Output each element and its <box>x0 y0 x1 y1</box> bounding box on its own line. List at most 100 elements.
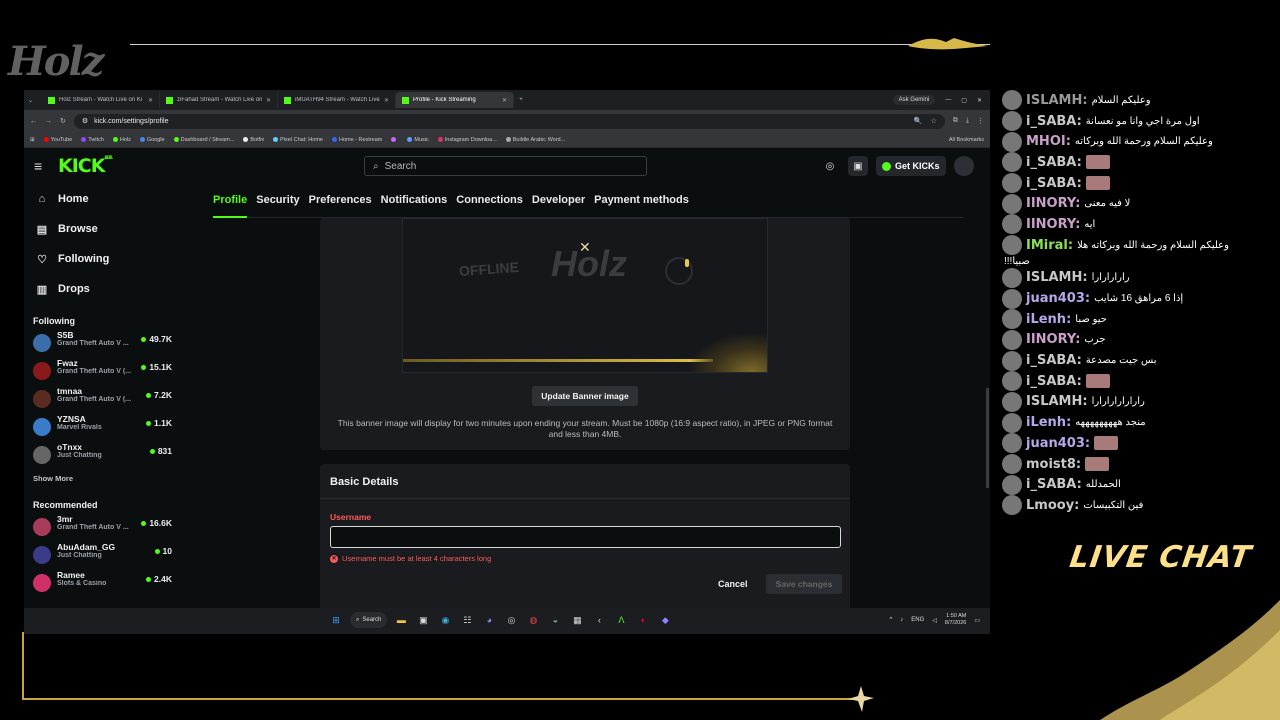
chat-message: Lmooy: فين التكبيسات <box>1002 495 1274 516</box>
url-text: kick.com/settings/profile <box>94 117 169 125</box>
obs-icon[interactable]: ◎ <box>503 612 519 628</box>
close-tab-icon[interactable]: ✕ <box>502 97 507 104</box>
get-kicks-button[interactable]: Get KICKs <box>876 156 946 176</box>
channel-row[interactable]: S5B Grand Theft Auto V ... 49.7K <box>24 330 184 358</box>
tab-search-icon[interactable]: ⌄ <box>28 97 42 104</box>
notifications-icon[interactable]: ◎ <box>820 156 840 176</box>
bookmark-item[interactable]: Pixel Chat: Home <box>273 137 323 143</box>
channel-name: Fwaz <box>57 358 78 368</box>
clock[interactable]: 1:50 AM 8/7/2026 <box>945 613 966 627</box>
taskbar-search[interactable]: ⌕ Search <box>350 612 388 628</box>
sidebar-item-home[interactable]: ⌂ Home <box>24 184 184 214</box>
update-banner-button[interactable]: Update Banner image <box>532 386 638 406</box>
close-tab-icon[interactable]: ✕ <box>384 97 389 104</box>
zoom-icon[interactable]: 🔍 <box>914 117 923 125</box>
bookmark-item[interactable]: Buildle Arabic Word... <box>505 137 565 143</box>
app-icon-2[interactable]: ▦ <box>569 612 585 628</box>
app-icon-5[interactable]: ◐ <box>635 612 651 628</box>
all-bookmarks[interactable]: All Bookmarks <box>949 137 984 143</box>
browser-tab[interactable]: Profile - Kick Streaming ✕ <box>396 92 514 108</box>
chat-message: i_SABA: الحمدلله <box>1002 474 1274 495</box>
tab-profile[interactable]: Profile <box>213 188 248 218</box>
reload-icon[interactable]: ↻ <box>60 117 66 125</box>
chrome-icon[interactable]: ◍ <box>525 612 541 628</box>
show-more-link[interactable]: Show More <box>24 474 184 488</box>
mic-icon[interactable]: ♪ <box>900 617 903 623</box>
gift-icon[interactable]: ▣ <box>848 156 868 176</box>
bookmark-item[interactable]: Instagram Downloa... <box>437 137 497 143</box>
tab-developer[interactable]: Developer <box>532 188 585 218</box>
discord-icon[interactable]: ◕ <box>481 612 497 628</box>
back-icon[interactable]: ← <box>30 118 37 125</box>
address-bar[interactable]: ⚙ kick.com/settings/profile 🔍 ☆ <box>73 113 945 129</box>
file-explorer-icon[interactable]: ▬ <box>393 612 409 628</box>
edge-icon[interactable]: ◉ <box>437 612 453 628</box>
bookmark-item[interactable]: Holz <box>112 137 131 143</box>
hamburger-menu-icon[interactable]: ≡ <box>34 158 54 174</box>
offline-banner-image: OFFLINE Holz ✕ <box>402 218 768 373</box>
browser-tab[interactable]: iMUATH94 Stream - Watch Live ✕ <box>278 92 396 108</box>
bookmark-item[interactable]: Botfix <box>243 137 264 143</box>
sidebar-item-browse[interactable]: ▤ Browse <box>24 214 184 244</box>
site-info-icon[interactable]: ⚙ <box>82 117 88 125</box>
tab-payment-methods[interactable]: Payment methods <box>594 188 689 218</box>
channel-row[interactable]: Fwaz Grand Theft Auto V (... 15.1K <box>24 358 184 386</box>
bookmark-item[interactable]: YouTube <box>43 137 72 143</box>
app-icon[interactable]: ☷ <box>459 612 475 628</box>
app-icon-4[interactable]: Λ <box>613 612 629 628</box>
tab-connections[interactable]: Connections <box>456 188 523 218</box>
save-changes-button[interactable]: Save changes <box>766 574 842 594</box>
tab-notifications[interactable]: Notifications <box>381 188 448 218</box>
apps-grid-icon[interactable]: ⊞ <box>30 137 35 143</box>
browser-tab[interactable]: Holz Stream - Watch Live on Ki ✕ <box>42 92 160 108</box>
tab-security[interactable]: Security <box>256 188 299 218</box>
cancel-button[interactable]: Cancel <box>718 579 748 589</box>
bookmark-item[interactable]: Music <box>407 137 429 143</box>
forward-icon[interactable]: → <box>45 118 52 125</box>
ask-gemini-button[interactable]: Ask Gemini <box>892 95 936 105</box>
close-window-icon[interactable]: ✕ <box>977 97 982 104</box>
channel-row[interactable]: 3mr Grand Theft Auto V ... 16.6K <box>24 514 184 542</box>
user-avatar[interactable] <box>953 156 974 176</box>
minimize-icon[interactable]: — <box>945 97 951 103</box>
bookmark-item[interactable]: Google <box>139 137 165 143</box>
bookmark-favicon-icon <box>81 136 87 142</box>
bookmark-item[interactable] <box>391 136 398 143</box>
steam-icon[interactable]: ◒ <box>547 612 563 628</box>
username-field[interactable] <box>330 526 841 548</box>
sidebar-item-drops[interactable]: ▥ Drops <box>24 274 184 304</box>
bookmark-item[interactable]: Dashboard / Stream... <box>173 137 234 143</box>
store-icon[interactable]: ▣ <box>415 612 431 628</box>
extensions-icon[interactable]: ⧉ <box>953 117 958 125</box>
volume-icon[interactable]: ◁ <box>932 617 937 624</box>
channel-row[interactable]: Ramee Slots & Casino 2.4K <box>24 570 184 598</box>
channel-row[interactable]: AbuAdam_GG Just Chatting 10 <box>24 542 184 570</box>
channel-name: YZNSA <box>57 414 86 424</box>
maximize-icon[interactable]: ▢ <box>961 97 967 104</box>
tray-expand-icon[interactable]: ^ <box>889 617 892 623</box>
channel-row[interactable]: YZNSA Marvel Rivals 1.1K <box>24 414 184 442</box>
browser-tab[interactable]: ziFahad Stream - Watch Live on ✕ <box>160 92 278 108</box>
bookmark-item[interactable]: Twitch <box>81 137 104 143</box>
channel-row[interactable]: oTnxx Just Chatting 831 <box>24 442 184 470</box>
bookmark-star-icon[interactable]: ☆ <box>931 117 937 125</box>
app-icon-6[interactable]: ◆ <box>657 612 673 628</box>
channel-row[interactable]: tmnaa Grand Theft Auto V (... 7.2K <box>24 386 184 414</box>
bookmark-item[interactable]: Home - Restream <box>331 137 382 143</box>
language-indicator[interactable]: ENG <box>911 617 924 623</box>
sidebar-item-following[interactable]: ♡ Following <box>24 244 184 274</box>
menu-dots-icon[interactable]: ⋮ <box>977 117 984 125</box>
page-scrollbar[interactable] <box>986 388 989 488</box>
app-icon-3[interactable]: ‹ <box>591 612 607 628</box>
kick-logo[interactable]: KICKBETA <box>58 155 113 177</box>
chat-username: moist8: <box>1026 456 1082 472</box>
close-tab-icon[interactable]: ✕ <box>266 97 271 104</box>
basic-details-title: Basic Details <box>330 476 399 488</box>
notification-center-icon[interactable]: ▭ <box>974 617 980 624</box>
download-icon[interactable]: ⤓ <box>966 117 969 125</box>
tab-preferences[interactable]: Preferences <box>309 188 372 218</box>
windows-start-icon[interactable]: ⊞ <box>328 612 344 628</box>
search-input[interactable]: ⌕ Search <box>364 156 647 176</box>
close-tab-icon[interactable]: ✕ <box>148 97 153 104</box>
new-tab-button[interactable]: + <box>514 97 528 103</box>
